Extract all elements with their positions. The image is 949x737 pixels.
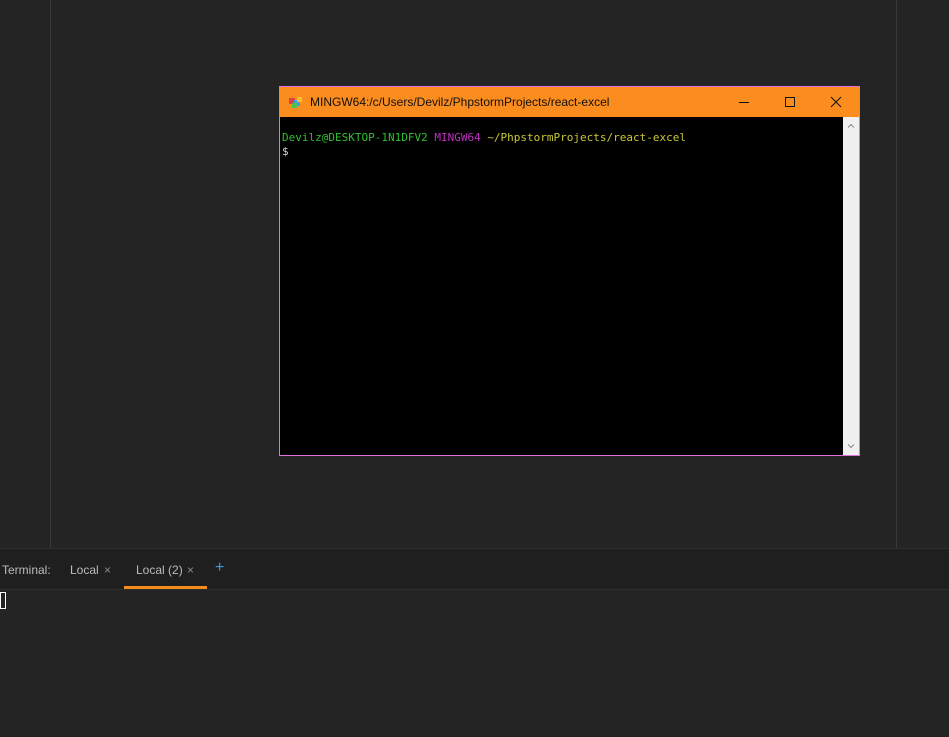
maximize-button[interactable] [767,87,813,117]
close-button[interactable] [813,87,859,117]
mintty-app-icon[interactable] [289,96,303,108]
maximize-icon [785,97,795,107]
close-tab-icon[interactable]: × [104,563,111,577]
terminal-cursor [0,592,6,609]
tab-label: Local [70,563,99,577]
new-session-button[interactable]: + [215,559,224,577]
prompt-system: MINGW64 [434,131,481,144]
minimize-button[interactable] [721,87,767,117]
mintty-console[interactable]: Devilz@DESKTOP-1N1DFV2 MINGW64 ~/Phpstor… [280,117,843,455]
minimize-icon [739,102,749,103]
chevron-up-icon[interactable] [846,121,856,131]
terminal-tabbar: Terminal: Local × Local (2) × + [0,549,949,589]
right-margin-guide [896,0,897,548]
prompt-symbol: $ [282,145,289,158]
gutter-divider [50,0,51,548]
mintty-window[interactable]: MINGW64:/c/Users/Devilz/PhpstormProjects… [279,86,860,456]
terminal-session-panel[interactable] [0,589,949,737]
tab-label: Local (2) [136,563,183,577]
prompt-user-host: Devilz@DESKTOP-1N1DFV2 [282,131,428,144]
mintty-title: MINGW64:/c/Users/Devilz/PhpstormProjects… [310,95,610,109]
close-icon [830,96,842,108]
close-tab-icon[interactable]: × [187,563,194,577]
mintty-titlebar[interactable]: MINGW64:/c/Users/Devilz/PhpstormProjects… [280,87,859,117]
tab-local[interactable]: Local × [60,549,124,589]
mintty-scrollbar[interactable] [843,117,859,455]
terminal-label: Terminal: [2,563,51,577]
prompt-path: ~/PhpstormProjects/react-excel [487,131,686,144]
tab-local-2[interactable]: Local (2) × [124,549,207,589]
chevron-down-icon[interactable] [846,441,856,451]
